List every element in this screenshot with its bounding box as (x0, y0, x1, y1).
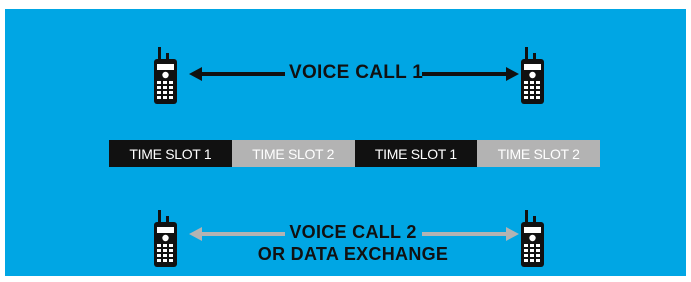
radio-icon (519, 47, 547, 105)
voice-call-1-label: VOICE CALL 1 (289, 62, 424, 83)
time-slot: TIME SLOT 2 (477, 140, 600, 167)
time-slot: TIME SLOT 1 (109, 140, 232, 167)
arrow-right-icon (422, 67, 519, 81)
arrow-right-icon (422, 227, 519, 241)
time-slot: TIME SLOT 1 (354, 140, 478, 167)
radio-icon (152, 47, 180, 105)
radio-icon (519, 210, 547, 268)
arrow-left-icon (189, 67, 285, 81)
radio-icon (152, 210, 180, 268)
data-exchange-line: OR DATA EXCHANGE (257, 244, 449, 264)
time-slot: TIME SLOT 2 (231, 140, 355, 167)
time-slot-bar: TIME SLOT 1 TIME SLOT 2 TIME SLOT 1 TIME… (109, 140, 600, 167)
